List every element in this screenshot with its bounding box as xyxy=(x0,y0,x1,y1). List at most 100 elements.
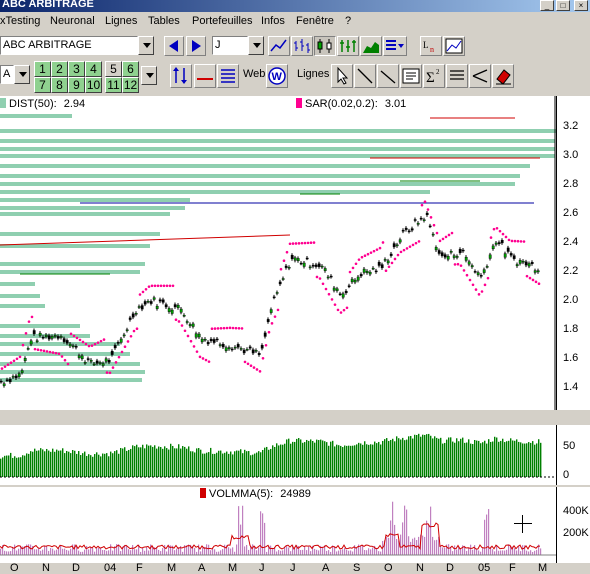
number-button-9[interactable]: 9 xyxy=(68,77,85,93)
menu-tables[interactable]: Tables xyxy=(148,15,180,27)
candle-body xyxy=(449,251,453,253)
oscillator-panel[interactable] xyxy=(0,425,556,485)
trendline-tool-button[interactable] xyxy=(354,64,376,88)
price-chart[interactable] xyxy=(0,96,556,410)
candle-body xyxy=(509,253,513,256)
number-button-10[interactable]: 10 xyxy=(85,77,102,93)
number-button-1[interactable]: 1 xyxy=(34,61,51,77)
number-button-8[interactable]: 8 xyxy=(51,77,68,93)
oscillator-bar xyxy=(114,451,116,477)
candle-body xyxy=(26,348,30,350)
grid-lines-button[interactable] xyxy=(217,64,239,88)
text-tool-button[interactable] xyxy=(400,64,422,88)
prev-arrow-button[interactable] xyxy=(164,36,184,56)
volume-bar xyxy=(514,548,516,555)
formula-tool-button[interactable]: Σ2 xyxy=(423,64,445,88)
close-button[interactable]: × xyxy=(574,0,588,11)
numbers-dropdown-button[interactable] xyxy=(141,66,157,85)
volume-bar xyxy=(264,522,266,555)
symbol-dropdown-button[interactable] xyxy=(138,36,154,55)
hline-button[interactable] xyxy=(194,64,216,88)
sar-dot xyxy=(27,320,31,323)
bar-chart-button[interactable] xyxy=(291,36,313,56)
number-button-7[interactable]: 7 xyxy=(34,77,51,93)
volume-bar xyxy=(272,548,274,555)
dist-bar xyxy=(0,294,40,298)
price-chart-panel[interactable]: DIST(50): 2.94 SAR(0.02,0.2): 3.01 xyxy=(0,96,556,410)
volume-bar xyxy=(498,550,500,555)
oscillator-bar xyxy=(514,440,516,477)
sar-dot xyxy=(522,240,526,243)
menu-infos[interactable]: Infos xyxy=(261,15,285,27)
web-label[interactable]: Web xyxy=(243,68,265,80)
oscillator-bar xyxy=(462,437,464,477)
number-button-12[interactable]: 12 xyxy=(122,77,139,93)
web-button[interactable]: W xyxy=(266,64,288,88)
number-button-5[interactable]: 5 xyxy=(105,61,122,77)
volume-bar xyxy=(90,547,92,555)
volume-bar xyxy=(350,550,352,555)
style-menu-button[interactable] xyxy=(383,36,407,56)
volume-bar xyxy=(340,549,342,555)
parallel-tool-button[interactable] xyxy=(377,64,399,88)
volume-chart[interactable] xyxy=(0,487,556,563)
area-chart-button[interactable] xyxy=(360,36,382,56)
menu-portefeuilles[interactable]: Portefeuilles xyxy=(192,15,253,27)
volume-bar xyxy=(472,549,474,555)
sar-dot xyxy=(276,308,280,312)
volume-panel[interactable]: VOLMMA(5): 24989 xyxy=(0,487,556,563)
mode-combo[interactable]: A xyxy=(0,65,14,84)
eraser-tool-button[interactable] xyxy=(492,64,514,88)
candle-body xyxy=(110,351,114,355)
pointer-tool-button[interactable] xyxy=(331,64,353,88)
candle-chart-button[interactable] xyxy=(314,36,336,56)
oscillator-chart[interactable] xyxy=(0,425,556,485)
number-button-3[interactable]: 3 xyxy=(68,61,85,77)
chart-grid-icon xyxy=(445,38,463,54)
period-dropdown-button[interactable] xyxy=(248,36,264,55)
pf-chart-button[interactable] xyxy=(337,36,359,56)
number-button-6[interactable]: 6 xyxy=(122,61,139,77)
oscillator-bar xyxy=(392,438,394,477)
volume-bar xyxy=(412,538,414,555)
sar-dot xyxy=(273,315,277,318)
sar-dot xyxy=(69,332,73,336)
sort-button[interactable] xyxy=(170,64,192,88)
sar-dot xyxy=(288,242,292,246)
chart-type-button[interactable] xyxy=(443,36,465,56)
number-button-2[interactable]: 2 xyxy=(51,61,68,77)
mode-dropdown-button[interactable] xyxy=(14,65,30,84)
sar-dot xyxy=(507,238,511,242)
menu-help[interactable]: ? xyxy=(345,15,351,27)
number-button-11[interactable]: 11 xyxy=(105,77,122,93)
sar-dot xyxy=(435,231,439,235)
oscillator-bar xyxy=(470,443,472,477)
log-scale-button[interactable]: Ln xyxy=(420,36,442,56)
sar-dot xyxy=(336,308,340,312)
price-tick-label: 2.8 xyxy=(563,178,579,190)
menu-neuronal[interactable]: Neuronal xyxy=(50,15,95,27)
hlines-tool-button[interactable] xyxy=(446,64,468,88)
menu-backtesting[interactable]: xTesting xyxy=(0,15,40,27)
menu-lignes[interactable]: Lignes xyxy=(105,15,137,27)
oscillator-bar xyxy=(454,442,456,477)
symbol-combo[interactable]: ABC ARBITRAGE xyxy=(0,36,138,55)
candle-body xyxy=(128,317,132,320)
menu-fenetre[interactable]: Fenêtre xyxy=(296,15,334,27)
sar-dot xyxy=(330,298,334,301)
fan-tool-button[interactable] xyxy=(469,64,491,88)
oscillator-bar xyxy=(384,439,386,477)
maximize-button[interactable]: □ xyxy=(556,0,570,11)
period-combo[interactable]: J xyxy=(212,36,248,55)
next-arrow-button[interactable] xyxy=(186,36,206,56)
candle-body xyxy=(389,253,393,256)
sar-dot xyxy=(168,284,172,288)
line-chart-button[interactable] xyxy=(268,36,290,56)
volume-bar xyxy=(102,550,104,555)
candle-body xyxy=(302,262,306,267)
number-button-4[interactable]: 4 xyxy=(85,61,102,77)
candle-body xyxy=(299,262,303,265)
volume-bar xyxy=(522,545,524,555)
vol-tick-label: 400K xyxy=(563,505,589,517)
minimize-button[interactable]: _ xyxy=(540,0,554,11)
